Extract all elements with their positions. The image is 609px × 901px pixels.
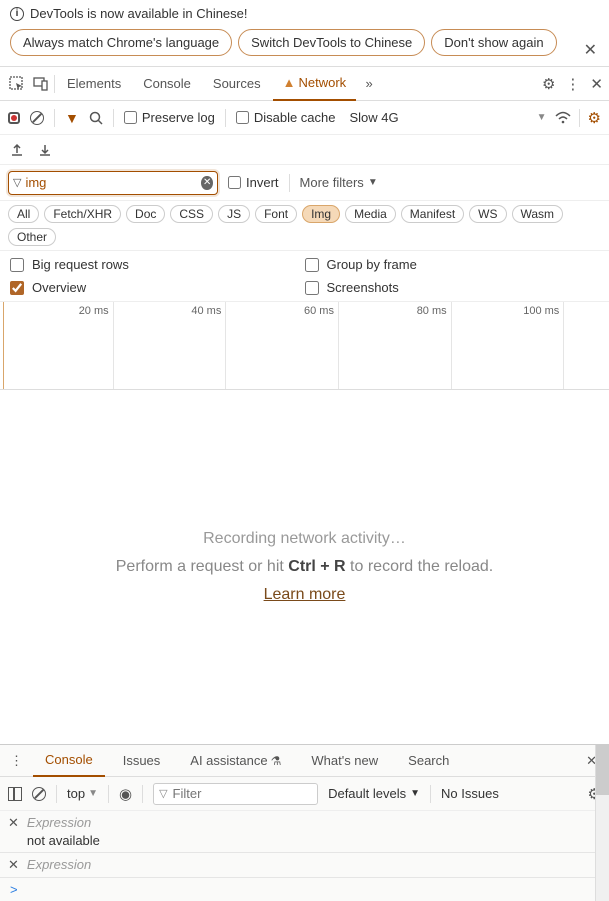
invert-checkbox[interactable]: Invert — [228, 175, 279, 190]
timeline-label: 100 ms — [523, 305, 563, 317]
tab-console[interactable]: Console — [133, 67, 201, 100]
learn-more-link[interactable]: Learn more — [264, 586, 346, 604]
inspect-element-icon[interactable] — [6, 76, 28, 92]
import-export-bar — [0, 135, 609, 165]
more-filters-dropdown[interactable]: More filters ▼ — [300, 175, 378, 190]
expression-placeholder[interactable]: Expression — [27, 857, 601, 872]
no-issues-link[interactable]: No Issues — [441, 786, 499, 801]
network-toolbar: ▼ Preserve log Disable cache Slow 4G ▼ ⚙ — [0, 101, 609, 135]
timeline-label: 20 ms — [79, 305, 113, 317]
drawer: ⋮ Console Issues AI assistance⚗ What's n… — [0, 744, 609, 901]
filter-toggle-icon[interactable]: ▼ — [65, 110, 79, 126]
clear-button[interactable] — [30, 111, 44, 125]
throttling-select[interactable]: Slow 4G — [350, 110, 399, 125]
clear-filter-icon[interactable]: ✕ — [201, 176, 213, 190]
drawer-tab-issues[interactable]: Issues — [111, 745, 173, 776]
network-options: Big request rows Overview Group by frame… — [0, 251, 609, 302]
drawer-menu-icon[interactable]: ⋮ — [6, 753, 27, 769]
recording-text: Recording network activity… — [203, 530, 406, 548]
record-button[interactable] — [8, 112, 20, 124]
timeline-label: 80 ms — [417, 305, 451, 317]
filter-input-wrapper[interactable]: ▽ ✕ — [8, 171, 218, 195]
warning-icon: ▲ — [283, 66, 296, 99]
search-icon[interactable] — [89, 111, 103, 125]
console-filter-wrapper[interactable]: ▽ — [153, 783, 318, 805]
main-tabs: Elements Console Sources ▲Network » ⚙ ⋮ … — [0, 67, 609, 101]
tab-network[interactable]: ▲Network — [273, 66, 357, 101]
more-tabs-icon[interactable]: » — [358, 76, 380, 91]
close-notification-icon[interactable]: ✕ — [584, 40, 597, 60]
timeline-label: 40 ms — [191, 305, 225, 317]
type-filter-img[interactable]: Img — [302, 205, 340, 223]
console-prompt[interactable]: > — [0, 878, 609, 901]
preserve-log-checkbox[interactable]: Preserve log — [124, 110, 215, 125]
resource-type-filters: All Fetch/XHR Doc CSS JS Font Img Media Manifest… — [0, 201, 609, 251]
info-icon: i — [10, 7, 24, 21]
overview-checkbox[interactable]: Overview — [10, 280, 305, 295]
funnel-icon: ▽ — [159, 787, 167, 800]
kebab-menu-icon[interactable]: ⋮ — [565, 75, 580, 93]
type-filter-ws[interactable]: WS — [469, 205, 506, 223]
filter-input[interactable] — [25, 175, 201, 190]
tab-sources[interactable]: Sources — [203, 67, 271, 100]
type-filter-manifest[interactable]: Manifest — [401, 205, 464, 223]
export-har-icon[interactable] — [10, 143, 24, 157]
switch-to-chinese-button[interactable]: Switch DevTools to Chinese — [238, 29, 425, 56]
screenshots-checkbox[interactable]: Screenshots — [305, 280, 600, 295]
type-filter-css[interactable]: CSS — [170, 205, 213, 223]
log-levels-dropdown[interactable]: Default levels ▼ — [328, 786, 420, 801]
type-filter-media[interactable]: Media — [345, 205, 396, 223]
console-filter-input[interactable] — [173, 786, 313, 801]
type-filter-font[interactable]: Font — [255, 205, 297, 223]
type-filter-fetch-xhr[interactable]: Fetch/XHR — [44, 205, 121, 223]
empty-state: Recording network activity… Perform a re… — [0, 390, 609, 744]
remove-expression-icon[interactable]: ✕ — [8, 815, 19, 831]
type-filter-other[interactable]: Other — [8, 228, 56, 246]
scrollbar[interactable] — [595, 745, 609, 901]
language-notification: i DevTools is now available in Chinese! … — [0, 0, 609, 67]
tab-elements[interactable]: Elements — [57, 67, 131, 100]
expression-value: not available — [27, 833, 601, 848]
console-sidebar-icon[interactable] — [8, 787, 22, 801]
filter-row: ▽ ✕ Invert More filters ▼ — [0, 165, 609, 201]
clear-console-icon[interactable] — [32, 787, 46, 801]
drawer-tab-whatsnew[interactable]: What's new — [299, 745, 390, 776]
throttling-dropdown-icon[interactable]: ▼ — [537, 112, 547, 123]
timeline-overview[interactable]: 20 ms 40 ms 60 ms 80 ms 100 ms — [0, 302, 609, 390]
drawer-tab-console[interactable]: Console — [33, 744, 105, 777]
funnel-icon: ▽ — [13, 176, 21, 189]
import-har-icon[interactable] — [38, 143, 52, 157]
network-conditions-icon[interactable] — [555, 111, 571, 125]
type-filter-all[interactable]: All — [8, 205, 39, 223]
live-expression-row: ✕ Expression — [0, 853, 609, 878]
settings-icon[interactable]: ⚙ — [542, 75, 555, 93]
notification-title: DevTools is now available in Chinese! — [30, 6, 248, 21]
disable-cache-checkbox[interactable]: Disable cache — [236, 110, 336, 125]
type-filter-js[interactable]: JS — [218, 205, 250, 223]
network-settings-icon[interactable]: ⚙ — [588, 109, 601, 127]
device-toolbar-icon[interactable] — [30, 76, 52, 92]
always-match-language-button[interactable]: Always match Chrome's language — [10, 29, 232, 56]
context-selector[interactable]: top ▼ — [67, 786, 98, 801]
type-filter-doc[interactable]: Doc — [126, 205, 165, 223]
timeline-label: 60 ms — [304, 305, 338, 317]
hint-text: Perform a request or hit Ctrl + R to rec… — [116, 558, 494, 576]
big-request-rows-checkbox[interactable]: Big request rows — [10, 257, 305, 272]
close-devtools-icon[interactable]: ✕ — [590, 75, 603, 93]
live-expression-icon[interactable]: ◉ — [119, 785, 132, 803]
live-expression-row: ✕ Expression not available — [0, 811, 609, 853]
drawer-tab-search[interactable]: Search — [396, 745, 461, 776]
type-filter-wasm[interactable]: Wasm — [512, 205, 564, 223]
group-by-frame-checkbox[interactable]: Group by frame — [305, 257, 600, 272]
remove-expression-icon[interactable]: ✕ — [8, 857, 19, 873]
drawer-tab-ai[interactable]: AI assistance⚗ — [178, 745, 293, 777]
expression-placeholder[interactable]: Expression — [27, 815, 601, 830]
drawer-tabs: ⋮ Console Issues AI assistance⚗ What's n… — [0, 745, 609, 777]
flask-icon: ⚗ — [271, 754, 282, 768]
dont-show-again-button[interactable]: Don't show again — [431, 29, 556, 56]
console-toolbar: top ▼ ◉ ▽ Default levels ▼ No Issues ⚙ — [0, 777, 609, 811]
